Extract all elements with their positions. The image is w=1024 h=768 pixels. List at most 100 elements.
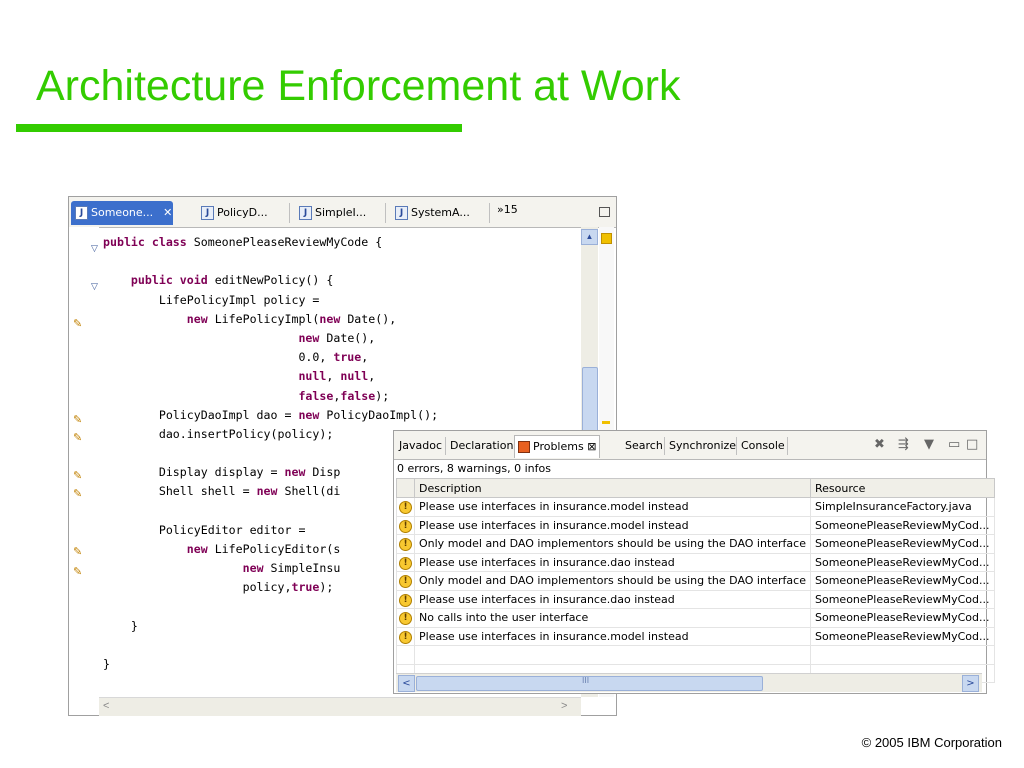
- table-row[interactable]: ! No calls into the user interface Someone…: [396, 608, 995, 628]
- close-icon[interactable]: ⊠: [587, 440, 596, 453]
- horizontal-scrollbar[interactable]: < >: [99, 697, 581, 716]
- problems-summary: 0 errors, 8 warnings, 0 infos: [397, 462, 551, 475]
- warning-marker-icon[interactable]: ✎: [73, 317, 85, 330]
- tab-divider: [736, 437, 737, 455]
- code-line[interactable]: new LifePolicyEditor(s: [103, 540, 438, 559]
- delete-icon[interactable]: ✖: [874, 437, 885, 452]
- code-keyword: new: [242, 561, 271, 576]
- code-line[interactable]: [103, 252, 438, 271]
- code-text: dao.insertPolicy(policy);: [103, 426, 334, 441]
- overview-warning-mark[interactable]: [602, 421, 610, 424]
- table-row[interactable]: ! Only model and DAO implementors should …: [396, 534, 995, 554]
- code-line[interactable]: public class SomeonePleaseReviewMyCode {: [103, 233, 438, 252]
- warning-marker-icon[interactable]: ✎: [73, 545, 85, 558]
- problem-description: Please use interfaces in insurance.model…: [414, 515, 811, 535]
- table-row[interactable]: ! Please use interfaces in insurance.dao …: [396, 552, 995, 572]
- warning-marker-icon[interactable]: ✎: [73, 469, 85, 482]
- column-header-description[interactable]: Description: [414, 478, 811, 498]
- code-text: policy,: [103, 580, 292, 595]
- tab-declaration[interactable]: Declaration: [447, 435, 516, 457]
- tab-console[interactable]: Console: [738, 435, 788, 457]
- warning-marker-icon[interactable]: ✎: [73, 431, 85, 444]
- source-code[interactable]: public class SomeonePleaseReviewMyCode {…: [103, 233, 438, 674]
- scroll-up-icon[interactable]: ▲: [581, 229, 598, 245]
- tab-synchronize[interactable]: Synchronize: [666, 435, 739, 457]
- code-line[interactable]: dao.insertPolicy(policy);: [103, 425, 438, 444]
- code-text: ,: [368, 369, 376, 384]
- code-line[interactable]: [103, 636, 438, 655]
- code-text: editNewPolicy() {: [214, 273, 334, 288]
- tab-search[interactable]: Search: [622, 435, 666, 457]
- code-line[interactable]: [103, 444, 438, 463]
- tab-problems[interactable]: Problems ⊠: [514, 435, 601, 458]
- problem-resource: SomeonePleaseReviewMyCod...: [810, 515, 995, 535]
- code-line[interactable]: PolicyDaoImpl dao = new PolicyDaoImpl();: [103, 406, 438, 425]
- code-line[interactable]: }: [103, 655, 438, 674]
- code-line[interactable]: null, null,: [103, 367, 438, 386]
- empty-row: [396, 645, 995, 665]
- fold-icon[interactable]: ▽: [91, 243, 98, 254]
- horizontal-scrollbar[interactable]: < III >: [396, 673, 982, 692]
- warning-marker-icon[interactable]: ✎: [73, 487, 85, 500]
- scroll-left-icon[interactable]: <: [398, 675, 415, 692]
- warning-summary-icon[interactable]: [601, 233, 612, 244]
- code-line[interactable]: public void editNewPolicy() {: [103, 271, 438, 290]
- scroll-right-icon[interactable]: >: [561, 700, 567, 712]
- view-menu-icon[interactable]: ▼: [924, 437, 934, 452]
- code-line[interactable]: 0.0, true,: [103, 348, 438, 367]
- table-row[interactable]: ! Please use interfaces in insurance.mode…: [396, 497, 995, 517]
- table-row[interactable]: ! Please use interfaces in insurance.mode…: [396, 515, 995, 535]
- fold-icon[interactable]: ▽: [91, 281, 98, 292]
- editor-gutter: ▽ ▽ ✎ ✎ ✎ ✎ ✎ ✎ ✎: [69, 227, 99, 697]
- scrollbar-thumb[interactable]: [582, 367, 598, 439]
- table-row[interactable]: ! Please use interfaces in insurance.mode…: [396, 626, 995, 646]
- tab-systema[interactable]: J SystemA...: [391, 201, 474, 225]
- minimize-icon[interactable]: ▭: [948, 437, 960, 452]
- code-line[interactable]: [103, 598, 438, 617]
- code-line[interactable]: policy,true);: [103, 578, 438, 597]
- warning-marker-icon[interactable]: ✎: [73, 565, 85, 578]
- warning-icon: !: [399, 556, 412, 570]
- column-header-icon[interactable]: [396, 478, 415, 498]
- warning-icon: !: [399, 593, 412, 607]
- tab-label: Someone...: [91, 206, 154, 219]
- tab-label: Problems: [533, 440, 584, 453]
- tab-someone[interactable]: J Someone... ✕: [71, 201, 173, 225]
- code-line[interactable]: new Date(),: [103, 329, 438, 348]
- tab-javadoc[interactable]: Javadoc: [396, 435, 445, 457]
- code-line[interactable]: false,false);: [103, 387, 438, 406]
- empty-cell: [810, 645, 995, 665]
- tab-policyd[interactable]: J PolicyD...: [197, 201, 272, 225]
- icon-cell: !: [396, 515, 415, 535]
- warning-marker-icon[interactable]: ✎: [73, 413, 85, 426]
- code-line[interactable]: }: [103, 617, 438, 636]
- filter-icon[interactable]: ⇶: [898, 437, 909, 452]
- code-line[interactable]: new LifePolicyImpl(new Date(),: [103, 310, 438, 329]
- icon-cell: !: [396, 626, 415, 646]
- code-text: LifePolicyImpl policy =: [103, 292, 320, 307]
- scroll-left-icon[interactable]: <: [103, 700, 109, 712]
- code-line[interactable]: Display display = new Disp: [103, 463, 438, 482]
- code-line[interactable]: Shell shell = new Shell(di: [103, 482, 438, 501]
- code-line[interactable]: LifePolicyImpl policy =: [103, 291, 438, 310]
- problem-resource: SomeonePleaseReviewMyCod...: [810, 534, 995, 554]
- scroll-right-icon[interactable]: >: [962, 675, 979, 692]
- maximize-icon[interactable]: □: [966, 437, 978, 452]
- maximize-icon[interactable]: [599, 207, 610, 217]
- copyright: © 2005 IBM Corporation: [861, 735, 1002, 750]
- close-icon[interactable]: ✕: [163, 206, 172, 219]
- code-line[interactable]: new SimpleInsu: [103, 559, 438, 578]
- problem-description: Please use interfaces in insurance.dao i…: [414, 589, 811, 609]
- code-line[interactable]: [103, 502, 438, 521]
- scrollbar-thumb[interactable]: III: [416, 676, 763, 691]
- table-row[interactable]: ! Please use interfaces in insurance.dao …: [396, 589, 995, 609]
- tab-overflow-chevron[interactable]: »15: [497, 203, 518, 216]
- code-keyword: new: [256, 484, 285, 499]
- column-header-resource[interactable]: Resource: [810, 478, 995, 498]
- code-line[interactable]: PolicyEditor editor =: [103, 521, 438, 540]
- code-keyword: new: [186, 311, 215, 326]
- tab-simplei[interactable]: J SimpleI...: [295, 201, 370, 225]
- table-row[interactable]: ! Only model and DAO implementors should …: [396, 571, 995, 591]
